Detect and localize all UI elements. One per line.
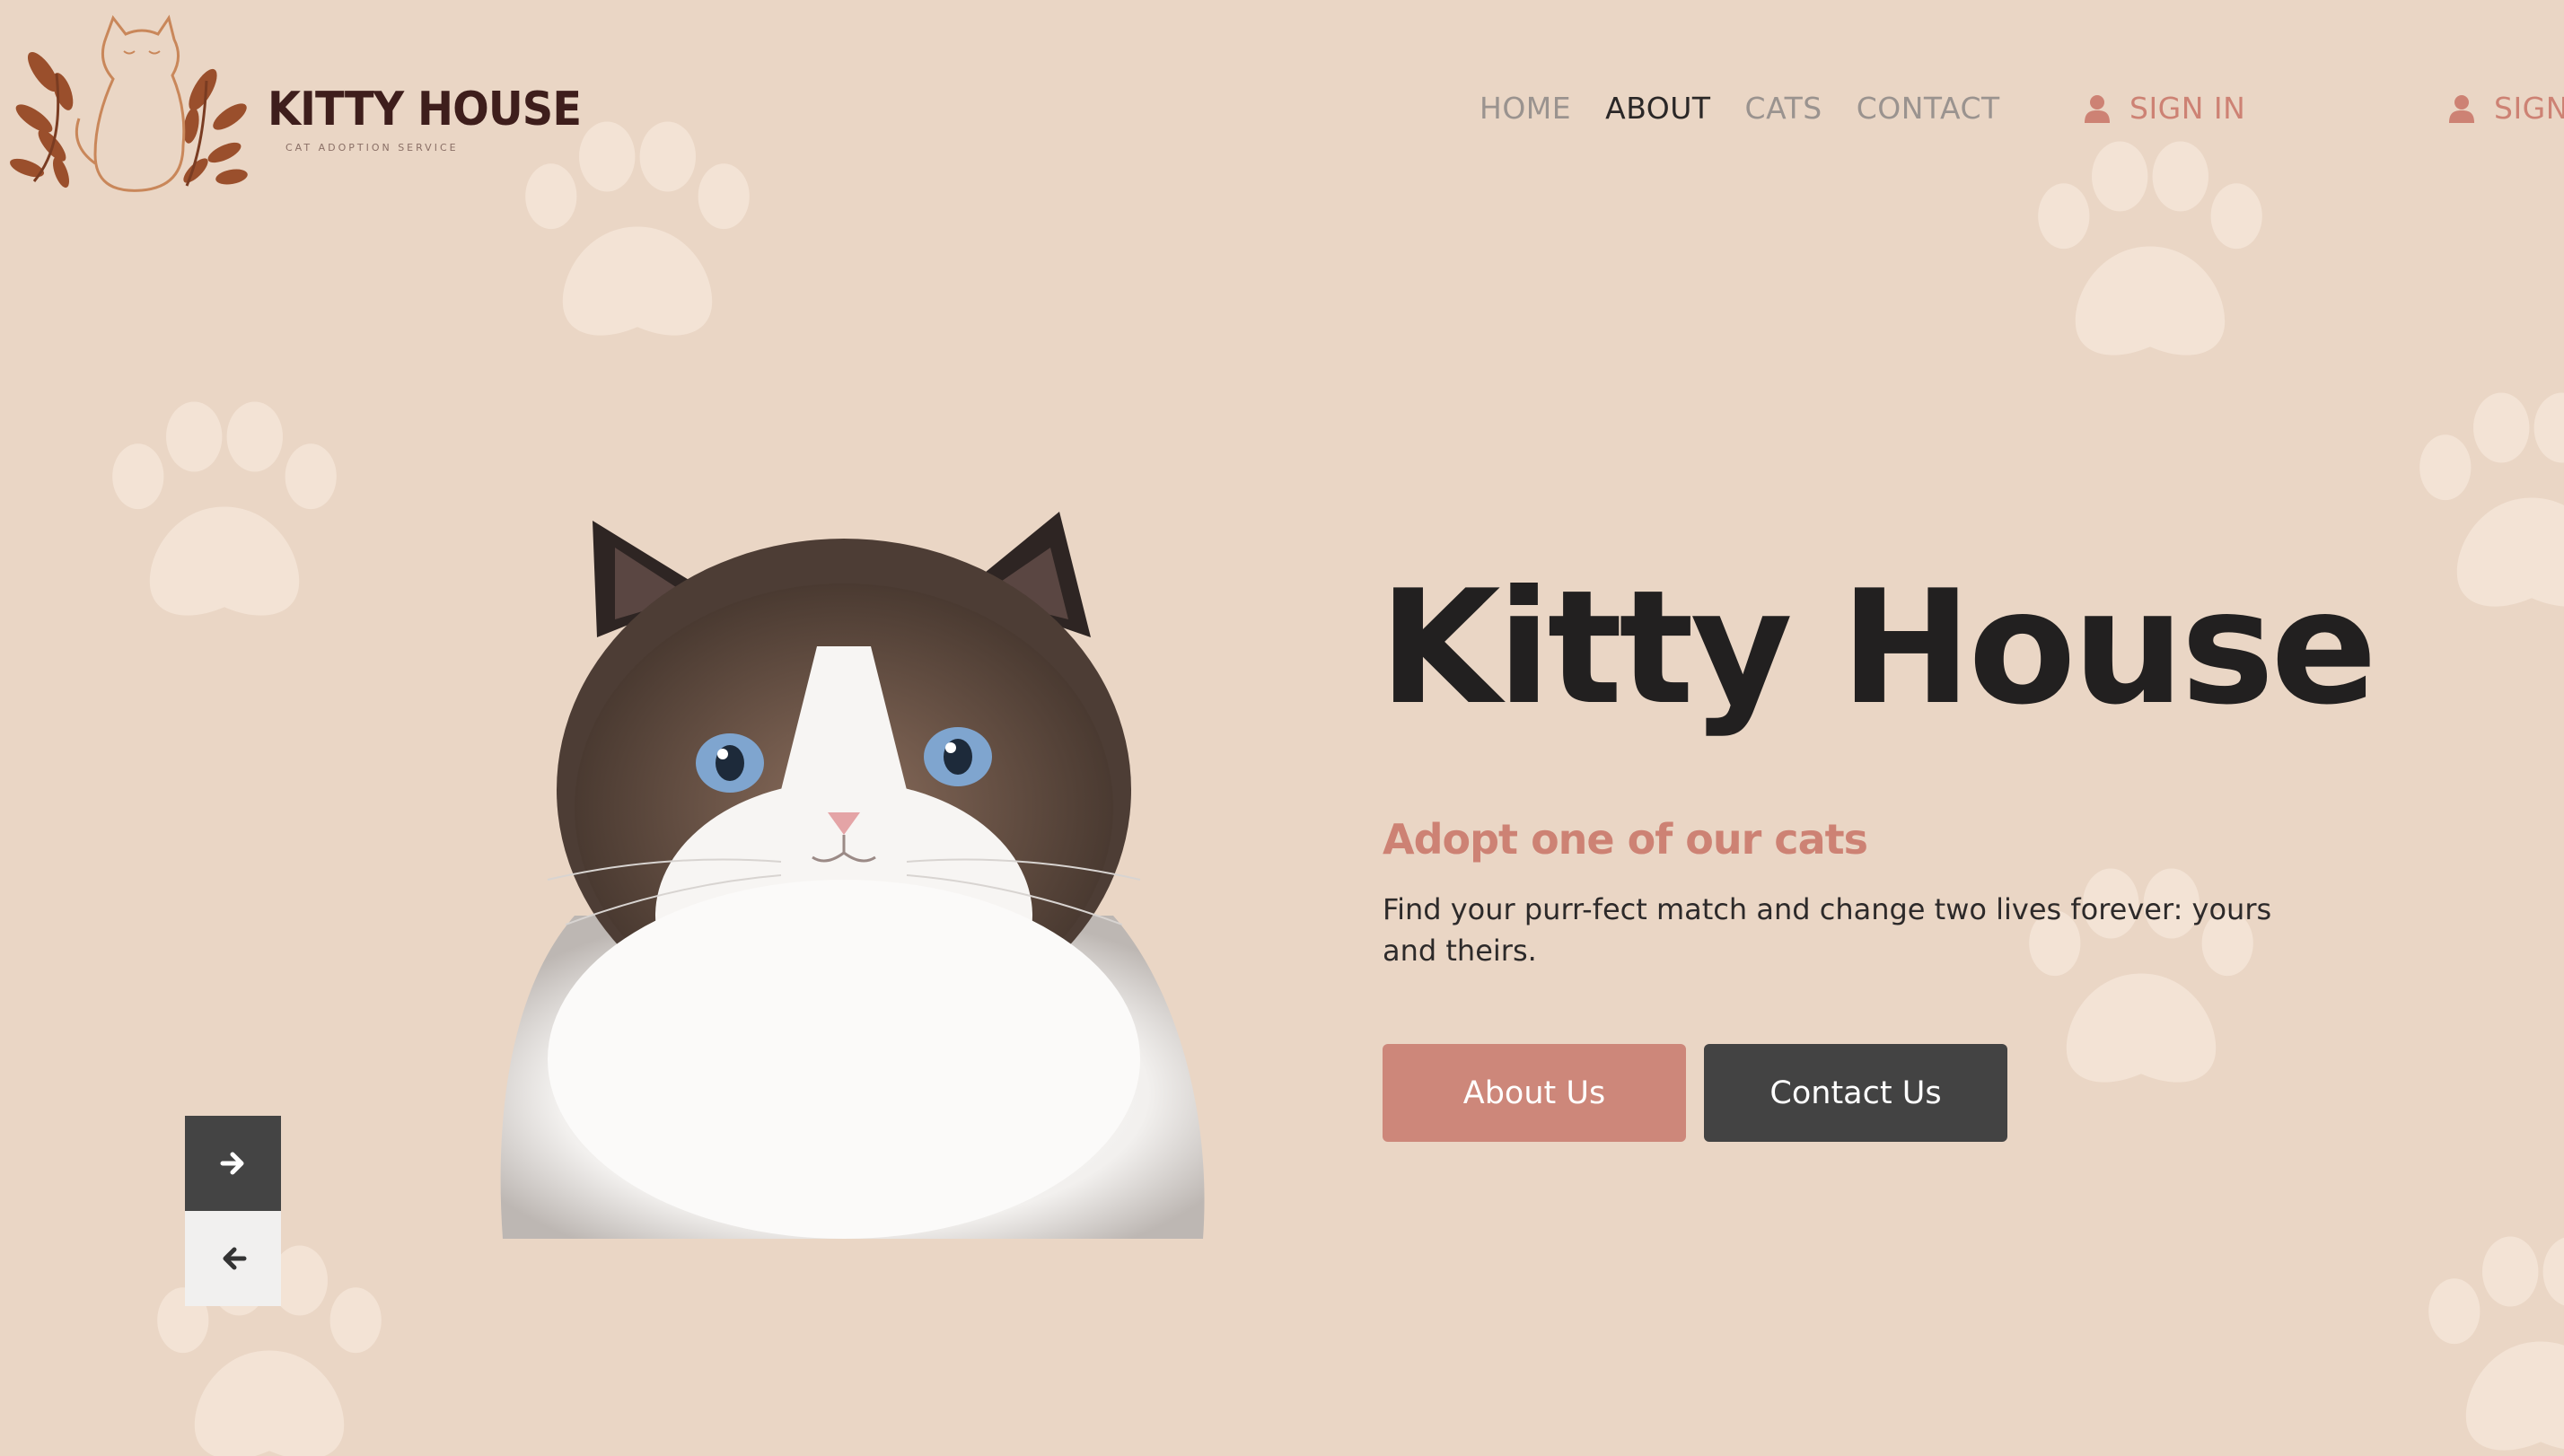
nav-link-cats[interactable]: CATS bbox=[1745, 86, 1822, 131]
sign-up-link[interactable]: SIGN bbox=[2449, 86, 2564, 131]
arrow-left-icon bbox=[220, 1245, 247, 1272]
user-icon bbox=[2449, 94, 2474, 123]
user-icon bbox=[2085, 94, 2110, 123]
nav-link-home[interactable]: HOME bbox=[1480, 86, 1571, 131]
hero-title: Kitty House bbox=[1379, 557, 2377, 740]
sign-in-label: SIGN IN bbox=[2129, 91, 2246, 126]
slider-next-button[interactable] bbox=[185, 1116, 281, 1211]
paw-print-decoration bbox=[521, 115, 754, 362]
about-us-button[interactable]: About Us bbox=[1383, 1044, 1686, 1142]
paw-print-decoration bbox=[2033, 135, 2267, 382]
brand-tagline: CAT ADOPTION SERVICE bbox=[285, 142, 459, 153]
nav-link-contact[interactable]: CONTACT bbox=[1857, 86, 2000, 131]
hero-description: Find your purr-fect match and change two… bbox=[1383, 892, 2272, 968]
hero-subtitle: Adopt one of our cats bbox=[1383, 815, 1868, 864]
sign-up-label: SIGN bbox=[2494, 91, 2564, 126]
nav-link-about[interactable]: ABOUT bbox=[1605, 86, 1710, 131]
slider-prev-button[interactable] bbox=[185, 1211, 281, 1306]
main-nav: HOME ABOUT CATS CONTACT bbox=[1480, 86, 2000, 131]
arrow-right-icon bbox=[220, 1150, 247, 1177]
paw-print-decoration bbox=[2415, 386, 2564, 633]
sign-in-link[interactable]: SIGN IN bbox=[2085, 86, 2245, 131]
paw-print-decoration bbox=[2424, 1230, 2564, 1456]
brand-name: KITTY HOUSE bbox=[268, 83, 582, 136]
cat-leaves-logo-icon bbox=[7, 11, 259, 204]
hero-cat-image bbox=[440, 413, 1248, 1239]
contact-us-button[interactable]: Contact Us bbox=[1704, 1044, 2007, 1142]
site-logo[interactable]: KITTY HOUSE CAT ADOPTION SERVICE bbox=[7, 11, 582, 204]
paw-print-decoration bbox=[108, 395, 341, 642]
